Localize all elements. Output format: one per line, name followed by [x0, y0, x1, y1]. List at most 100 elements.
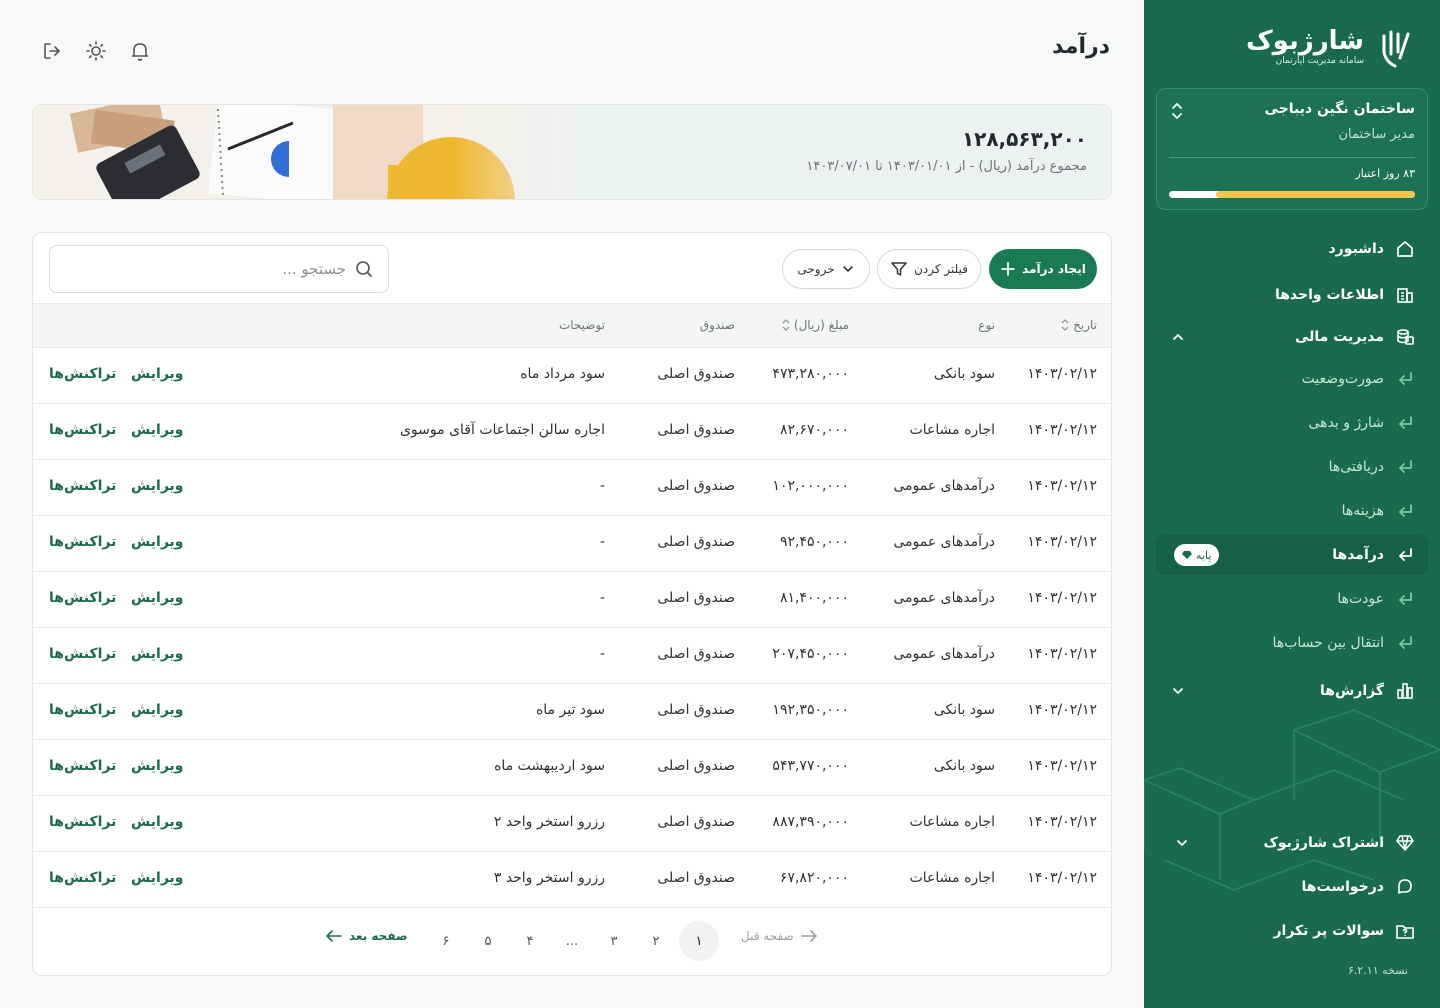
- transactions-link[interactable]: تراکنش‌ها: [49, 870, 116, 886]
- page-2[interactable]: ۲: [636, 921, 676, 961]
- column-label: توضیحات: [558, 318, 605, 332]
- column-header-amount[interactable]: مبلغ (ریال): [782, 318, 849, 332]
- column-label: تاریخ: [1073, 318, 1097, 332]
- transactions-link[interactable]: تراکنش‌ها: [49, 478, 116, 494]
- create-income-button[interactable]: ایجاد درآمد: [989, 249, 1097, 289]
- cell-type: درآمدهای عمومی: [893, 478, 995, 494]
- cell-date: ۱۴۰۳/۰۲/۱۲: [1027, 758, 1097, 774]
- sidebar-item-dashboard[interactable]: داشبورد: [1156, 229, 1428, 269]
- switch-arrows-icon[interactable]: [1169, 101, 1185, 121]
- sidebar-item-transfers[interactable]: انتقال بین حساب‌ها: [1156, 623, 1428, 663]
- building-name: ساختمان نگین دیباجی: [1264, 101, 1415, 117]
- table-row: ۱۴۰۳/۰۲/۱۲ درآمدهای عمومی ۱۰۲,۰۰۰,۰۰۰ صندوق…: [33, 460, 1111, 516]
- table-row: ۱۴۰۳/۰۲/۱۲ سود بانکی ۴۷۳,۲۸۰,۰۰۰ صندوق اصلی…: [33, 348, 1111, 404]
- sun-icon[interactable]: [83, 38, 109, 64]
- cell-fund: صندوق اصلی: [657, 758, 735, 774]
- page-5[interactable]: ۵: [468, 921, 508, 961]
- transactions-link[interactable]: تراکنش‌ها: [49, 702, 116, 718]
- column-header-type: نوع: [978, 318, 995, 332]
- pagination: صفحه قبل ۱ ۲ ۳ ... ۴ ۵ ۶ صفحه بعد: [33, 909, 1111, 975]
- page-3[interactable]: ۳: [594, 921, 634, 961]
- column-header-date[interactable]: تاریخ: [1061, 318, 1097, 332]
- sidebar-item-incomes[interactable]: درآمدها پایه: [1156, 535, 1428, 575]
- table-row: ۱۴۰۳/۰۲/۱۲ اجاره مشاعات ۶۷,۸۲۰,۰۰۰ صندوق اص…: [33, 852, 1111, 908]
- plan-badge-label: پایه: [1196, 548, 1212, 562]
- sidebar: شارژبوک سامانه مدیریت آپارتمان ساختمان ن…: [1144, 0, 1440, 1008]
- cell-description: -: [599, 478, 605, 494]
- chart-icon: [1394, 680, 1416, 702]
- transactions-link[interactable]: تراکنش‌ها: [49, 758, 116, 774]
- edit-link[interactable]: ویرایش: [131, 702, 184, 718]
- edit-link[interactable]: ویرایش: [131, 590, 184, 606]
- edit-link[interactable]: ویرایش: [131, 366, 184, 382]
- building-switcher[interactable]: ساختمان نگین دیباجی مدیر ساختمان ۸۳ روز …: [1156, 88, 1428, 210]
- return-arrow-icon: [1394, 456, 1416, 478]
- table-row: ۱۴۰۳/۰۲/۱۲ اجاره مشاعات ۸۸۷,۳۹۰,۰۰۰ صندوق ا…: [33, 796, 1111, 852]
- credit-progress-fill: [1215, 191, 1415, 198]
- search-input[interactable]: [86, 260, 346, 278]
- bell-icon[interactable]: [127, 38, 153, 64]
- return-arrow-icon: [1394, 368, 1416, 390]
- sidebar-item-statement[interactable]: صورت‌وضعیت: [1156, 359, 1428, 399]
- export-dropdown[interactable]: خروجی: [782, 249, 870, 289]
- cell-description: اجاره سالن اجتماعات آقای موسوی: [399, 422, 605, 438]
- next-page-button[interactable]: صفحه بعد: [325, 929, 408, 943]
- faq-folder-icon: [1394, 920, 1416, 942]
- edit-link[interactable]: ویرایش: [131, 646, 184, 662]
- cell-amount: ۴۷۳,۲۸۰,۰۰۰: [772, 366, 849, 382]
- coins-icon: [1394, 326, 1416, 348]
- filter-icon: [891, 262, 907, 276]
- edit-link[interactable]: ویرایش: [131, 478, 184, 494]
- sidebar-item-expenses[interactable]: هزینه‌ها: [1156, 491, 1428, 531]
- sidebar-item-requests[interactable]: درخواست‌ها: [1156, 867, 1428, 907]
- sidebar-item-receipts[interactable]: دریافتی‌ها: [1156, 447, 1428, 487]
- search-box[interactable]: [49, 245, 389, 293]
- transactions-link[interactable]: تراکنش‌ها: [49, 534, 116, 550]
- transactions-link[interactable]: تراکنش‌ها: [49, 590, 116, 606]
- credit-days: ۸۳ روز اعتبار: [1355, 167, 1415, 180]
- cell-type: درآمدهای عمومی: [893, 590, 995, 606]
- logo-subtitle: سامانه مدیریت آپارتمان: [1275, 56, 1364, 66]
- transactions-link[interactable]: تراکنش‌ها: [49, 366, 116, 382]
- transactions-link[interactable]: تراکنش‌ها: [49, 422, 116, 438]
- cell-amount: ۵۴۳,۷۷۰,۰۰۰: [772, 758, 849, 774]
- cell-date: ۱۴۰۳/۰۲/۱۲: [1027, 590, 1097, 606]
- transactions-link[interactable]: تراکنش‌ها: [49, 814, 116, 830]
- page-4[interactable]: ۴: [510, 921, 550, 961]
- chevron-up-icon[interactable]: [1170, 329, 1186, 345]
- sidebar-item-label: انتقال بین حساب‌ها: [1272, 635, 1384, 651]
- cell-date: ۱۴۰۳/۰۲/۱۲: [1027, 702, 1097, 718]
- edit-link[interactable]: ویرایش: [131, 422, 184, 438]
- edit-link[interactable]: ویرایش: [131, 814, 184, 830]
- sidebar-item-units[interactable]: اطلاعات واحدها: [1156, 275, 1428, 315]
- return-arrow-icon: [1394, 544, 1416, 566]
- cell-type: درآمدهای عمومی: [893, 534, 995, 550]
- cell-type: اجاره مشاعات: [909, 870, 995, 886]
- cell-fund: صندوق اصلی: [657, 814, 735, 830]
- edit-link[interactable]: ویرایش: [131, 758, 184, 774]
- edit-link[interactable]: ویرایش: [131, 870, 184, 886]
- sidebar-item-label: هزینه‌ها: [1341, 503, 1384, 519]
- previous-page-button[interactable]: صفحه قبل: [741, 929, 818, 943]
- chevron-down-icon[interactable]: [1174, 835, 1190, 851]
- logout-icon[interactable]: [39, 38, 65, 64]
- cell-date: ۱۴۰۳/۰۲/۱۲: [1027, 422, 1097, 438]
- transactions-link[interactable]: تراکنش‌ها: [49, 646, 116, 662]
- sidebar-item-refunds[interactable]: عودت‌ها: [1156, 579, 1428, 619]
- edit-link[interactable]: ویرایش: [131, 534, 184, 550]
- filter-button[interactable]: فیلتر کردن: [877, 249, 981, 289]
- page-6[interactable]: ۶: [426, 921, 466, 961]
- table-row: ۱۴۰۳/۰۲/۱۲ درآمدهای عمومی ۸۱,۴۰۰,۰۰۰ صندوق …: [33, 572, 1111, 628]
- chevron-down-icon[interactable]: [1170, 683, 1186, 699]
- sidebar-item-finance[interactable]: مدیریت مالی: [1156, 317, 1428, 357]
- sidebar-item-reports[interactable]: گزارش‌ها: [1156, 671, 1428, 711]
- sidebar-item-label: دریافتی‌ها: [1328, 459, 1384, 475]
- income-total-amount: ۱۲۸,۵۶۳,۲۰۰: [961, 127, 1087, 151]
- cell-amount: ۸۸۷,۳۹۰,۰۰۰: [772, 814, 849, 830]
- sidebar-item-subscription[interactable]: اشتراک شارژبوک: [1156, 823, 1428, 863]
- cell-description: سود اردیبهشت ماه: [494, 758, 605, 774]
- cell-amount: ۹۲,۴۵۰,۰۰۰: [779, 534, 849, 550]
- page-1[interactable]: ۱: [679, 921, 719, 961]
- sidebar-item-charges[interactable]: شارژ و بدهی: [1156, 403, 1428, 443]
- sidebar-item-faq[interactable]: سوالات پر تکرار: [1156, 911, 1428, 951]
